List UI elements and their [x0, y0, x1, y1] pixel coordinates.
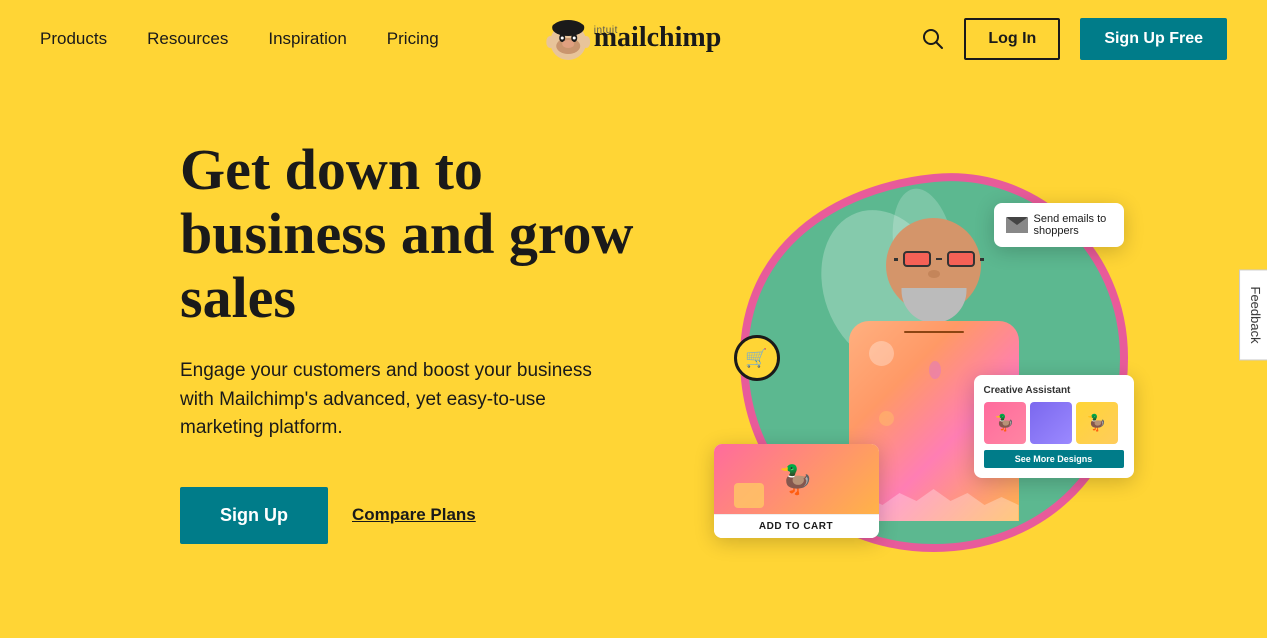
- see-designs-button[interactable]: See More Designs: [984, 450, 1124, 468]
- feedback-tab[interactable]: Feedback: [1239, 269, 1267, 360]
- blob-container: Send emails to shoppers Creative Assista…: [724, 148, 1144, 568]
- logo[interactable]: intuit mailchimp: [546, 14, 722, 64]
- compare-plans-link[interactable]: Compare Plans: [352, 505, 476, 525]
- sunglasses: [894, 251, 984, 267]
- nav-item-inspiration[interactable]: Inspiration: [268, 29, 346, 49]
- search-icon: [922, 28, 944, 50]
- add-to-cart-label[interactable]: ADD TO CART: [714, 514, 879, 538]
- duck-icon: 🦆: [779, 463, 814, 496]
- creative-assistant-title: Creative Assistant: [984, 385, 1124, 396]
- navbar: Products Resources Inspiration Pricing: [0, 0, 1267, 78]
- hero-content: Get down to business and grow sales Enga…: [180, 118, 700, 544]
- creative-assistant-card: Creative Assistant 🦆 🦆 See More Designs: [974, 375, 1134, 478]
- signup-nav-button[interactable]: Sign Up Free: [1080, 18, 1227, 60]
- hero-subtext: Engage your customers and boost your bus…: [180, 357, 620, 443]
- logo-container: intuit mailchimp: [546, 14, 722, 64]
- brand-name: mailchimp: [594, 22, 722, 53]
- nav-right: Log In Sign Up Free: [922, 18, 1227, 60]
- logo-wordmark: intuit mailchimp: [594, 25, 722, 54]
- search-button[interactable]: [922, 28, 944, 50]
- cart-icon-badge: 🛒: [734, 335, 780, 381]
- signup-hero-button[interactable]: Sign Up: [180, 487, 328, 544]
- logo-icon: [546, 14, 590, 64]
- cart-icon: 🛒: [745, 348, 767, 369]
- design-thumbnails: 🦆 🦆: [984, 402, 1124, 444]
- hero-heading: Get down to business and grow sales: [180, 138, 640, 329]
- send-email-text: Send emails to shoppers: [1034, 213, 1112, 237]
- nav-item-pricing[interactable]: Pricing: [387, 29, 439, 49]
- person-head: [886, 218, 981, 313]
- email-icon: [1006, 217, 1028, 233]
- product-card: 🦆 ADD TO CART: [714, 444, 879, 538]
- hero-actions: Sign Up Compare Plans: [180, 487, 700, 544]
- hero-illustration: Send emails to shoppers Creative Assista…: [700, 118, 1167, 598]
- nav-item-resources[interactable]: Resources: [147, 29, 228, 49]
- thumb-3: 🦆: [1076, 402, 1118, 444]
- send-email-card: Send emails to shoppers: [994, 203, 1124, 247]
- product-image: 🦆: [714, 444, 879, 514]
- login-button[interactable]: Log In: [964, 18, 1060, 60]
- nav-item-products[interactable]: Products: [40, 29, 107, 49]
- thumb-1: 🦆: [984, 402, 1026, 444]
- hero-section: Get down to business and grow sales Enga…: [0, 78, 1267, 638]
- feedback-tab-wrapper: Feedback: [1239, 269, 1267, 360]
- thumb-2: [1030, 402, 1072, 444]
- nav-left: Products Resources Inspiration Pricing: [40, 29, 439, 49]
